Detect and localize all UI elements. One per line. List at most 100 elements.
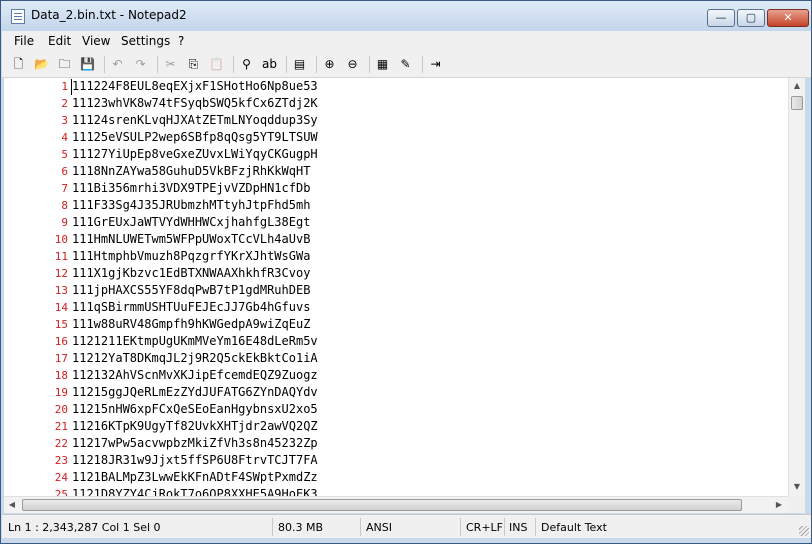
title-bar[interactable]: Data_2.bin.txt - Notepad2 — ▢ ✕ [1, 1, 811, 31]
editor-line[interactable]: 15 111w88uRV48Gmpfh9hKWGedpA9wiZqEuZ [4, 316, 788, 333]
open-icon[interactable]: 📂 [33, 56, 50, 73]
line-text[interactable]: 111w88uRV48Gmpfh9hKWGedpA9wiZqEuZ [72, 316, 310, 333]
line-text[interactable]: 11215ggJQeRLmEzZYdJUFATG6ZYnDAQYdv [72, 384, 318, 401]
editor-line[interactable]: 5 11127YiUpEp8veGxeZUvxLWiYqyCKGugpH [4, 146, 788, 163]
editor-line[interactable]: 23 11218JR31w9Jjxt5ffSP6U8FtrvTCJT7FA [4, 452, 788, 469]
zoom-out-icon[interactable]: ⊖ [344, 56, 361, 73]
copy-icon[interactable]: ⎘ [185, 56, 202, 73]
menu-file[interactable]: File [14, 34, 34, 48]
scroll-right-arrow-icon[interactable]: ▶ [771, 497, 787, 513]
editor-line[interactable]: 2 11123whVK8w74tFSyqbSWQ5kfCx6ZTdj2K [4, 95, 788, 112]
scheme-icon[interactable]: ▦ [374, 56, 391, 73]
vertical-scrollbar[interactable]: ▲ ▼ [788, 78, 805, 496]
line-text[interactable]: 11127YiUpEp8veGxeZUvxLWiYqyCKGugpH [72, 146, 318, 163]
horizontal-scroll-thumb[interactable] [22, 499, 742, 511]
editor-line[interactable]: 11 111HtmphbVmuzh8PqzgrfYKrXJhtWsGWa [4, 248, 788, 265]
line-text[interactable]: 1121BALMpZ3LwwEkKFnADtF4SWptPxmdZz [72, 469, 318, 486]
status-scheme[interactable]: Default Text [541, 521, 607, 534]
line-number: 8 [61, 199, 68, 212]
scroll-left-arrow-icon[interactable]: ◀ [4, 497, 20, 513]
editor-line[interactable]: 1 111224F8EUL8eqEXjxF1SHotHo6Np8ue53 [4, 78, 788, 95]
scroll-up-arrow-icon[interactable]: ▲ [789, 78, 805, 94]
line-text[interactable]: 111GrEUxJaWTVYdWHHWCxjhahfgL38Egt [72, 214, 310, 231]
horizontal-scrollbar[interactable]: ◀ ▶ [4, 496, 788, 513]
editor-line[interactable]: 8 111F33Sg4J35JRUbmzhMTtyhJtpFhd5mh [4, 197, 788, 214]
line-number: 24 [54, 471, 68, 484]
vertical-scroll-thumb[interactable] [791, 96, 803, 110]
editor-line[interactable]: 16 1121211EKtmpUgUKmMVeYm16E48dLeRm5v [4, 333, 788, 350]
line-text[interactable]: 111Bi356mrhi3VDX9TPEjvVZDpHN1cfDb [72, 180, 310, 197]
editor-line[interactable]: 25 1121D8YZY4CjRokT7o6QP8XXHE5A9HoEK3 [4, 486, 788, 496]
status-insert-mode[interactable]: INS [509, 521, 527, 534]
editor-line[interactable]: 6 1118NnZAYwa58GuhuD5VkBFzjRhKkWqHT [4, 163, 788, 180]
line-text[interactable]: 11215nHW6xpFCxQeSEoEanHgybnsxU2xo5 [72, 401, 318, 418]
editor-line[interactable]: 10 111HmNLUWETwm5WFPpUWoxTCcVLh4aUvB [4, 231, 788, 248]
editor-line[interactable]: 7 111Bi356mrhi3VDX9TPEjvVZDpHN1cfDb [4, 180, 788, 197]
new-icon[interactable]: 🗋 [10, 56, 27, 73]
browse-icon[interactable]: 🗀 [56, 56, 73, 73]
notepad-app-icon[interactable] [11, 9, 25, 24]
exit-icon[interactable]: ⇥ [427, 56, 444, 73]
paste-icon[interactable]: 📋 [208, 56, 225, 73]
line-number: 12 [54, 267, 68, 280]
cut-icon[interactable]: ✂ [162, 56, 179, 73]
editor-line[interactable]: 17 11212YaT8DKmqJL2j9R2Q5ckEkBktCo1iA [4, 350, 788, 367]
menu-view[interactable]: View [82, 34, 110, 48]
menu-edit[interactable]: Edit [48, 34, 71, 48]
line-number: 17 [54, 352, 68, 365]
line-number: 10 [54, 233, 68, 246]
editor-line[interactable]: 14 111qSBirmmUSHTUuFEJEcJJ7Gb4hGfuvs [4, 299, 788, 316]
line-text[interactable]: 111224F8EUL8eqEXjxF1SHotHo6Np8ue53 [72, 78, 318, 95]
customize-icon[interactable]: ✎ [397, 56, 414, 73]
line-text[interactable]: 111F33Sg4J35JRUbmzhMTtyhJtpFhd5mh [72, 197, 310, 214]
editor-line[interactable]: 18 112132AhVScnMvXKJipEfcemdEQZ9Zuogz [4, 367, 788, 384]
replace-icon[interactable]: ab [261, 56, 278, 73]
line-text[interactable]: 1121211EKtmpUgUKmMVeYm16E48dLeRm5v [72, 333, 318, 350]
minimize-button[interactable]: — [707, 9, 735, 27]
line-text[interactable]: 111HmNLUWETwm5WFPpUWoxTCcVLh4aUvB [72, 231, 310, 248]
scroll-down-arrow-icon[interactable]: ▼ [789, 479, 805, 495]
line-text[interactable]: 111jpHAXCS55YF8dqPwB7tP1gdMRuhDEB [72, 282, 310, 299]
undo-icon[interactable]: ↶ [109, 56, 126, 73]
maximize-button[interactable]: ▢ [737, 9, 765, 27]
line-text[interactable]: 111X1gjKbzvc1EdBTXNWAAXhkhfR3Cvoy [72, 265, 310, 282]
line-text[interactable]: 11216KTpK9UgyTf82UvkXHTjdr2awVQ2QZ [72, 418, 318, 435]
line-text[interactable]: 11124srenKLvqHJXAtZETmLNYoqddup3Sy [72, 112, 318, 129]
line-number: 23 [54, 454, 68, 467]
status-encoding[interactable]: ANSI [366, 521, 392, 534]
zoom-in-icon[interactable]: ⊕ [321, 56, 338, 73]
toolbar: 🗋 📂 🗀 💾 ↶ ↷ ✂ ⎘ 📋 ⚲ ab ▤ ⊕ ⊖ ▦ ✎ ⇥ [2, 51, 811, 78]
text-editor[interactable]: 1 111224F8EUL8eqEXjxF1SHotHo6Np8ue53 2 1112… [4, 78, 788, 496]
editor-line[interactable]: 20 11215nHW6xpFCxQeSEoEanHgybnsxU2xo5 [4, 401, 788, 418]
menu-help[interactable]: ? [178, 34, 184, 48]
line-text[interactable]: 111HtmphbVmuzh8PqzgrfYKrXJhtWsGWa [72, 248, 310, 265]
line-text[interactable]: 11217wPw5acvwpbzMkiZfVh3s8n45232Zp [72, 435, 318, 452]
menu-settings[interactable]: Settings [121, 34, 170, 48]
line-text[interactable]: 112132AhVScnMvXKJipEfcemdEQZ9Zuogz [72, 367, 318, 384]
save-icon[interactable]: 💾 [79, 56, 96, 73]
editor-line[interactable]: 24 1121BALMpZ3LwwEkKFnADtF4SWptPxmdZz [4, 469, 788, 486]
find-icon[interactable]: ⚲ [238, 56, 255, 73]
line-text[interactable]: 111qSBirmmUSHTUuFEJEcJJ7Gb4hGfuvs [72, 299, 310, 316]
editor-line[interactable]: 13 111jpHAXCS55YF8dqPwB7tP1gdMRuhDEB [4, 282, 788, 299]
notepad2-window: Data_2.bin.txt - Notepad2 — ▢ ✕ File Edi… [0, 0, 812, 544]
word-wrap-icon[interactable]: ▤ [291, 56, 308, 73]
line-text[interactable]: 11218JR31w9Jjxt5ffSP6U8FtrvTCJT7FA [72, 452, 318, 469]
close-button[interactable]: ✕ [767, 9, 809, 27]
line-text[interactable]: 11212YaT8DKmqJL2j9R2Q5ckEkBktCo1iA [72, 350, 318, 367]
line-text[interactable]: 11123whVK8w74tFSyqbSWQ5kfCx6ZTdj2K [72, 95, 318, 112]
editor-line[interactable]: 9 111GrEUxJaWTVYdWHHWCxjhahfgL38Egt [4, 214, 788, 231]
line-text[interactable]: 1118NnZAYwa58GuhuD5VkBFzjRhKkWqHT [72, 163, 310, 180]
line-text[interactable]: 11125eVSULP2wep6SBfp8qQsg5YT9LTSUW [72, 129, 318, 146]
editor-line[interactable]: 3 11124srenKLvqHJXAtZETmLNYoqddup3Sy [4, 112, 788, 129]
editor-line[interactable]: 19 11215ggJQeRLmEzZYdJUFATG6ZYnDAQYdv [4, 384, 788, 401]
editor-line[interactable]: 21 11216KTpK9UgyTf82UvkXHTjdr2awVQ2QZ [4, 418, 788, 435]
editor-line[interactable]: 22 11217wPw5acvwpbzMkiZfVh3s8n45232Zp [4, 435, 788, 452]
redo-icon[interactable]: ↷ [132, 56, 149, 73]
status-line-ending[interactable]: CR+LF [466, 521, 503, 534]
resize-grip-icon[interactable] [799, 526, 809, 536]
line-number: 16 [54, 335, 68, 348]
editor-line[interactable]: 4 11125eVSULP2wep6SBfp8qQsg5YT9LTSUW [4, 129, 788, 146]
line-text[interactable]: 1121D8YZY4CjRokT7o6QP8XXHE5A9HoEK3 [72, 486, 318, 496]
editor-line[interactable]: 12 111X1gjKbzvc1EdBTXNWAAXhkhfR3Cvoy [4, 265, 788, 282]
